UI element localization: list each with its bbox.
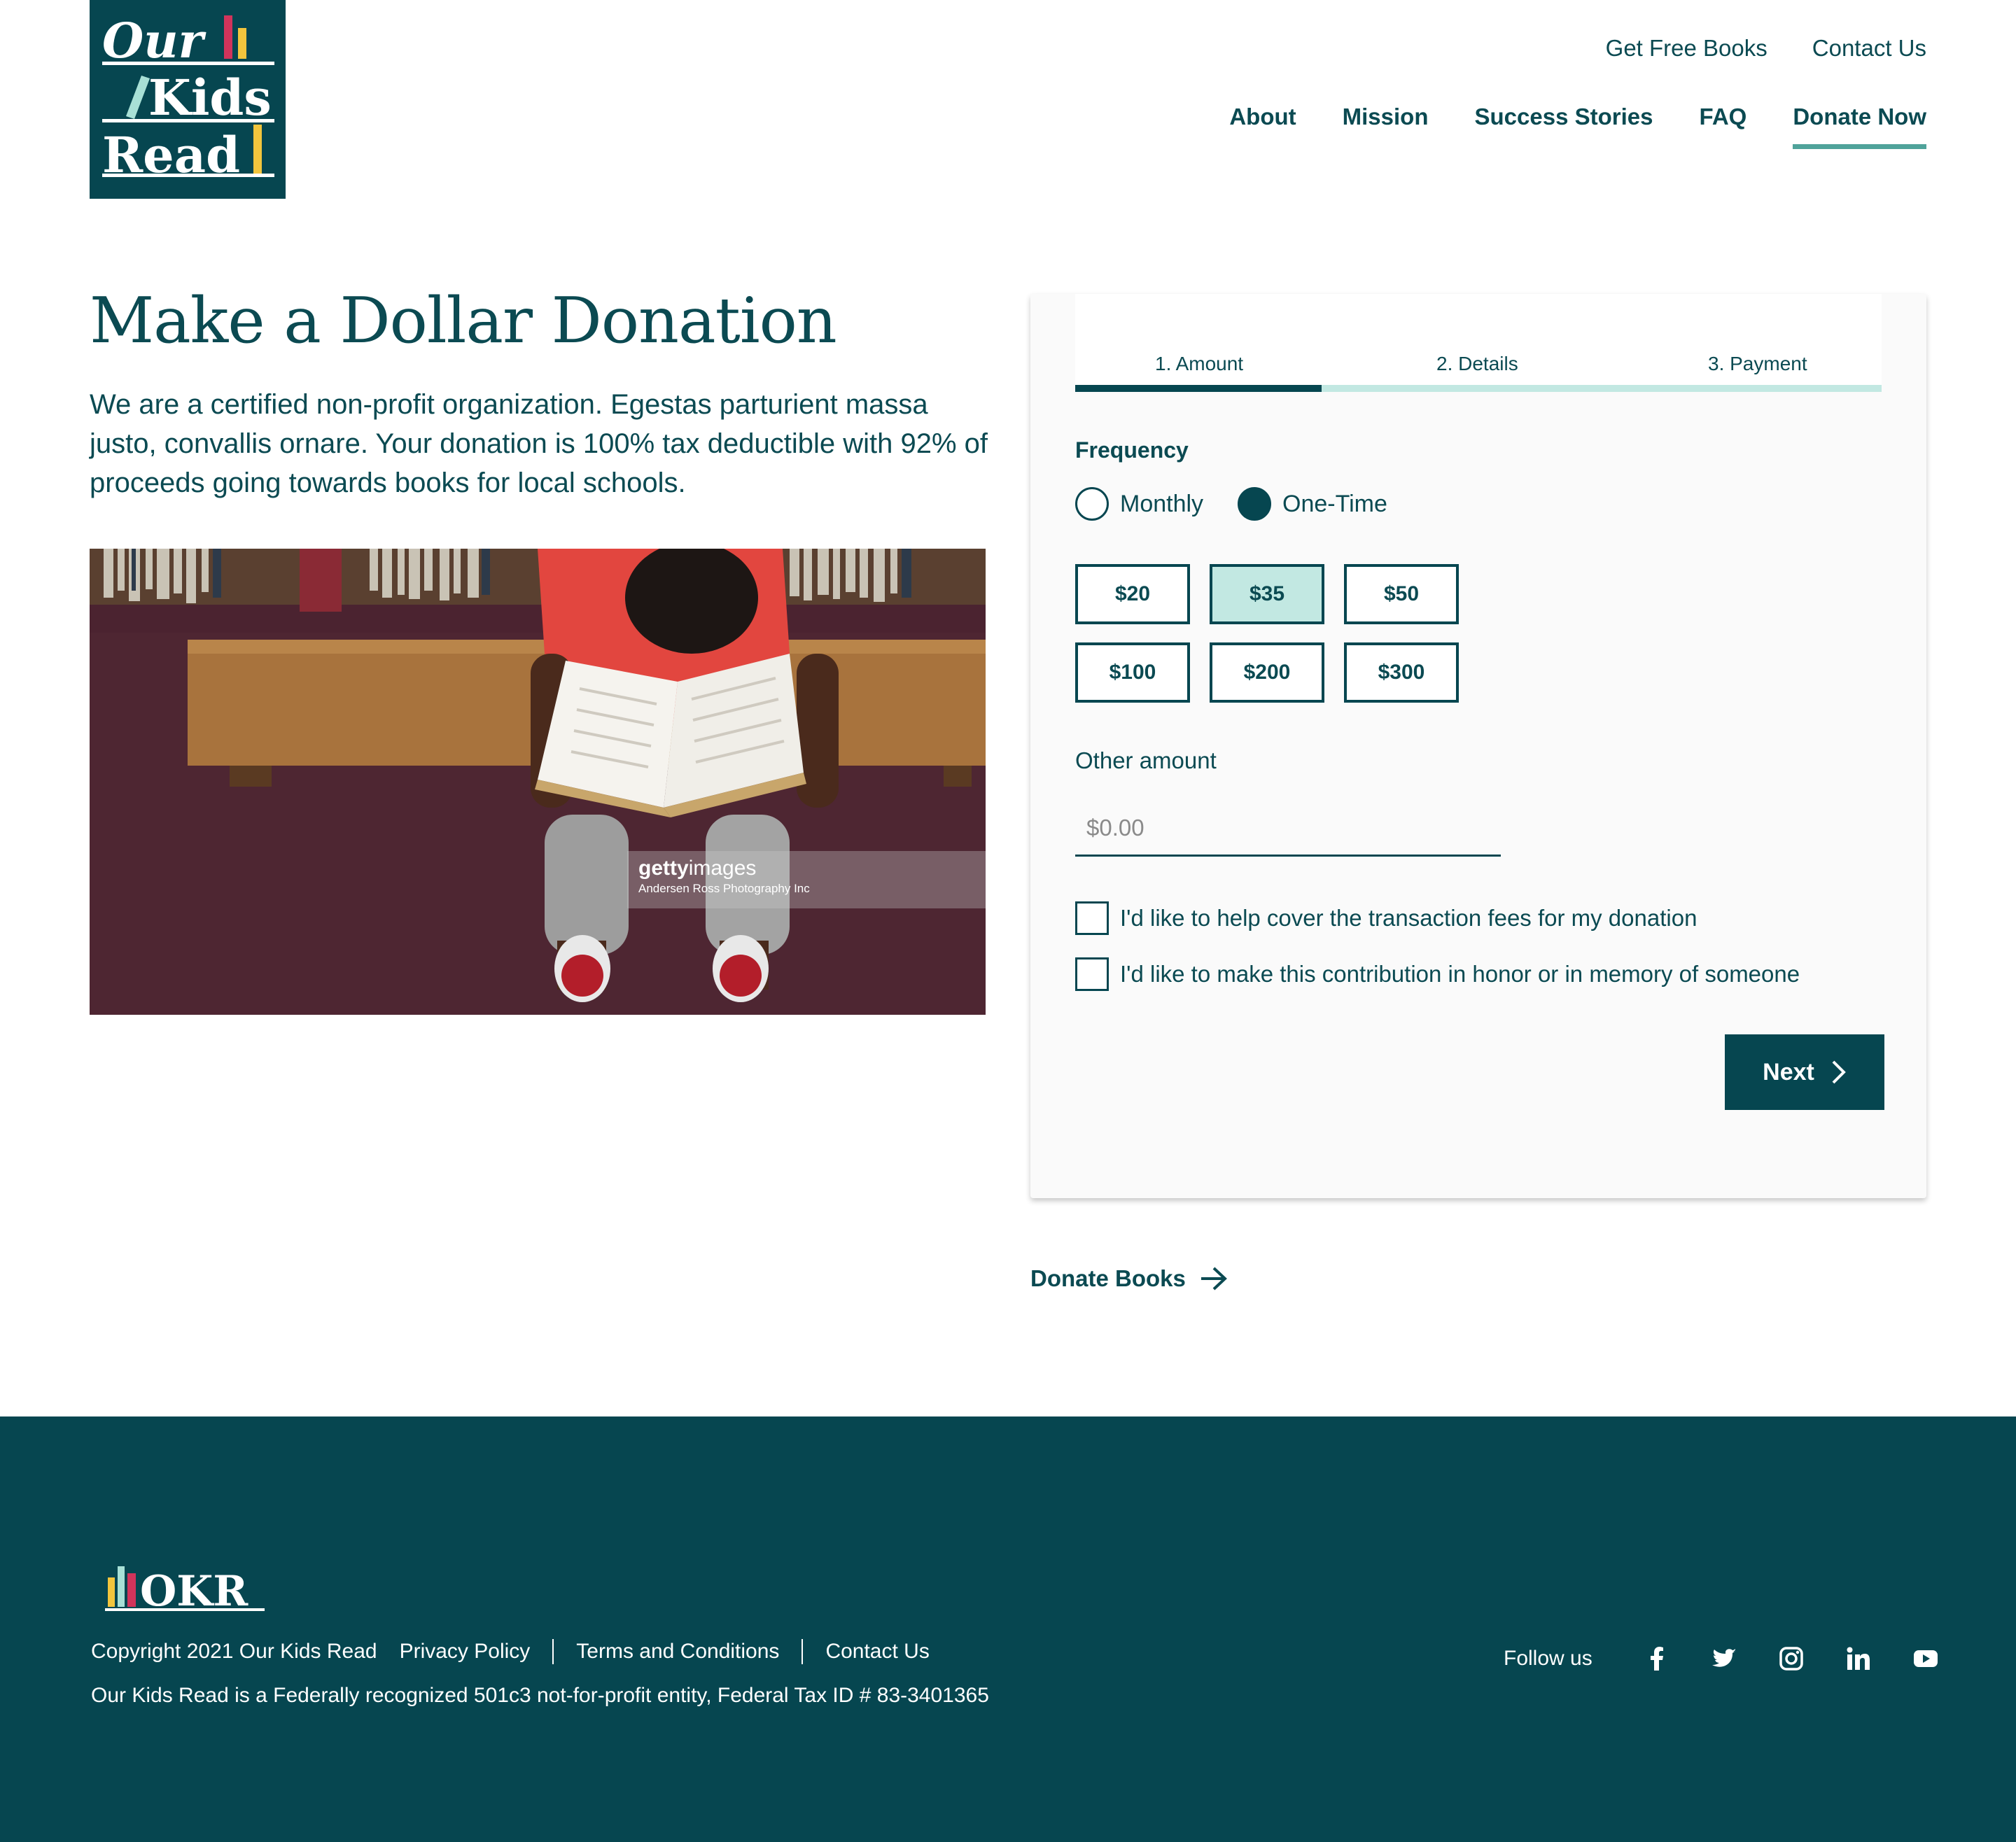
social-links: Follow us — [1504, 1645, 1959, 1673]
divider — [552, 1639, 554, 1664]
divider — [802, 1639, 804, 1664]
tribute-label: I'd like to make this contribution in ho… — [1120, 961, 1800, 987]
footer-links: Copyright 2021 Our Kids Read Privacy Pol… — [91, 1639, 930, 1664]
amount-100-button[interactable]: $100 — [1075, 642, 1190, 703]
tab-payment[interactable]: 3. Payment — [1708, 353, 1807, 375]
page-title: Make a Dollar Donation — [90, 284, 837, 358]
step-progress-bar — [1075, 385, 1882, 392]
next-button[interactable]: Next — [1725, 1034, 1884, 1110]
utility-nav: Get Free Books Contact Us — [1606, 35, 1926, 62]
amount-20-button[interactable]: $20 — [1075, 564, 1190, 624]
reading-child-illustration — [90, 549, 986, 1015]
cover-fees-option[interactable]: I'd like to help cover the transaction f… — [1075, 901, 1697, 935]
footer-logo[interactable]: OKR — [104, 1559, 267, 1619]
logo-line-1: Our — [102, 13, 206, 69]
frequency-one-time-option[interactable]: One-Time — [1238, 487, 1387, 521]
logo-rule — [102, 174, 274, 177]
watermark-credit: Andersen Ross Photography Inc — [638, 882, 810, 895]
amount-50-button[interactable]: $50 — [1344, 564, 1459, 624]
terms-link[interactable]: Terms and Conditions — [576, 1640, 779, 1664]
monthly-radio[interactable] — [1075, 487, 1109, 521]
legal-text: Our Kids Read is a Federally recognized … — [91, 1684, 989, 1707]
logo-rule — [102, 62, 274, 65]
logo-line-2: Kids — [148, 69, 272, 127]
logo-bar-yellow — [253, 125, 262, 174]
site-footer: OKR Copyright 2021 Our Kids Read Privacy… — [0, 1416, 2016, 1842]
main-nav: About Mission Success Stories FAQ Donate… — [1229, 104, 1926, 149]
monthly-label: Monthly — [1120, 490, 1204, 517]
next-label: Next — [1763, 1058, 1814, 1085]
footer-contact-link[interactable]: Contact Us — [825, 1640, 929, 1664]
nav-about[interactable]: About — [1229, 104, 1296, 149]
step-tabs: 1. Amount 2. Details 3. Payment — [1075, 294, 1882, 392]
step-progress-fill — [1075, 385, 1322, 392]
other-amount-input[interactable] — [1075, 801, 1501, 857]
twitter-icon[interactable] — [1690, 1645, 1758, 1673]
arrow-right-icon — [1200, 1267, 1227, 1291]
donation-card: 1. Amount 2. Details 3. Payment Frequenc… — [1030, 294, 1926, 1198]
amount-300-button[interactable]: $300 — [1344, 642, 1459, 703]
logo-rule — [102, 119, 274, 122]
donate-books-link[interactable]: Donate Books — [1030, 1265, 1228, 1292]
get-free-books-link[interactable]: Get Free Books — [1606, 35, 1768, 62]
tribute-checkbox[interactable] — [1075, 957, 1109, 991]
logo-bar-pink — [224, 15, 232, 59]
frequency-monthly-option[interactable]: Monthly — [1075, 487, 1203, 521]
footer-logo-text: OKR — [140, 1567, 248, 1615]
cover-fees-label: I'd like to help cover the transaction f… — [1120, 905, 1698, 931]
logo-bar-yellow — [238, 28, 246, 59]
nav-success-stories[interactable]: Success Stories — [1475, 104, 1653, 149]
amount-200-button[interactable]: $200 — [1210, 642, 1324, 703]
tab-amount[interactable]: 1. Amount — [1155, 353, 1243, 375]
youtube-icon[interactable] — [1892, 1645, 1959, 1673]
follow-us-label: Follow us — [1504, 1647, 1592, 1670]
getty-watermark: gettyimages Andersen Ross Photography In… — [627, 851, 986, 908]
chevron-right-icon — [1832, 1060, 1846, 1084]
nav-faq[interactable]: FAQ — [1699, 104, 1746, 149]
hero-photo: gettyimages Andersen Ross Photography In… — [90, 549, 986, 1015]
logo-book-leaning — [126, 76, 150, 119]
tab-details[interactable]: 2. Details — [1436, 353, 1518, 375]
facebook-icon[interactable] — [1623, 1645, 1690, 1673]
watermark-brand: gettyimages — [638, 857, 757, 880]
one-time-radio[interactable] — [1238, 487, 1271, 521]
copyright-text: Copyright 2021 Our Kids Read — [91, 1640, 377, 1663]
amount-35-button[interactable]: $35 — [1210, 564, 1324, 624]
intro-text: We are a certified non-profit organizati… — [90, 389, 988, 498]
frequency-label: Frequency — [1075, 437, 1189, 463]
other-amount-label: Other amount — [1075, 747, 1217, 773]
nav-mission[interactable]: Mission — [1343, 104, 1429, 149]
privacy-policy-link[interactable]: Privacy Policy — [400, 1640, 531, 1664]
linkedin-icon[interactable] — [1825, 1645, 1892, 1673]
footer-logo-mark: OKR — [105, 1566, 265, 1616]
donate-books-label: Donate Books — [1030, 1265, 1186, 1291]
nav-donate-now[interactable]: Donate Now — [1793, 104, 1926, 149]
one-time-label: One-Time — [1282, 490, 1387, 517]
cover-fees-checkbox[interactable] — [1075, 901, 1109, 935]
instagram-icon[interactable] — [1758, 1645, 1825, 1673]
site-logo[interactable]: Our Kids Read — [90, 0, 286, 199]
contact-us-link[interactable]: Contact Us — [1812, 35, 1926, 62]
logo-mark: Our Kids Read — [102, 13, 274, 184]
tribute-option[interactable]: I'd like to make this contribution in ho… — [1075, 957, 1800, 991]
